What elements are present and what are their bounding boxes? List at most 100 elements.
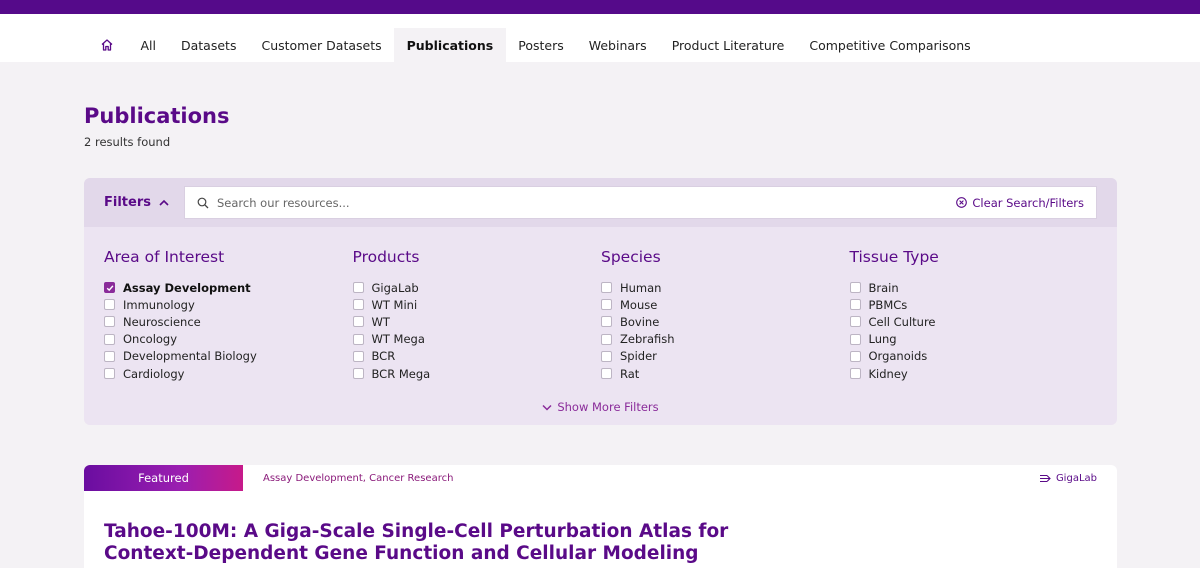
filter-option-label: WT Mega — [371, 332, 425, 347]
filter-option-kidney[interactable]: Kidney — [849, 365, 1099, 382]
filter-group-products: Products GigaLab WT Mini WT WT Mega BCR … — [352, 246, 602, 382]
results-count: 2 results found — [84, 135, 171, 149]
nav-tab-product-literature[interactable]: Product Literature — [659, 28, 797, 62]
filter-option-cell-culture[interactable]: Cell Culture — [849, 313, 1099, 330]
filter-option-label: Lung — [868, 332, 897, 347]
card-tags: Assay Development, Cancer Research — [263, 472, 454, 484]
nav-tab-all[interactable]: All — [128, 28, 169, 62]
filter-option-pbmcs[interactable]: PBMCs — [849, 296, 1099, 313]
filter-option-mouse[interactable]: Mouse — [601, 296, 850, 313]
checkbox[interactable] — [849, 333, 861, 345]
filter-option-neuroscience[interactable]: Neuroscience — [104, 313, 353, 330]
checkbox[interactable] — [601, 316, 612, 328]
main-content: Publications 2 results found Filters Cl — [0, 102, 1200, 568]
filter-option-bovine[interactable]: Bovine — [601, 313, 850, 330]
checkbox[interactable] — [849, 282, 861, 294]
filter-option-oncology[interactable]: Oncology — [104, 331, 353, 348]
filter-option-label: Cell Culture — [868, 314, 936, 329]
nav-tab-competitive-comparisons[interactable]: Competitive Comparisons — [797, 28, 983, 62]
filter-option-label: Assay Development — [123, 280, 251, 295]
checkbox[interactable] — [352, 282, 364, 294]
checkbox[interactable] — [352, 316, 364, 328]
nav-tab-posters[interactable]: Posters — [506, 28, 577, 62]
card-product-label: GigaLab — [1039, 473, 1097, 484]
filter-option-wt-mega[interactable]: WT Mega — [352, 331, 602, 348]
filter-option-label: Cardiology — [123, 366, 185, 381]
checkbox[interactable] — [104, 350, 115, 362]
filter-option-zebrafish[interactable]: Zebrafish — [601, 331, 850, 348]
checkbox[interactable] — [849, 299, 861, 311]
filter-option-bcr-mega[interactable]: BCR Mega — [352, 365, 602, 382]
chevron-up-icon — [159, 199, 169, 206]
filter-group-title: Area of Interest — [104, 248, 225, 266]
clear-circle-icon — [956, 197, 968, 208]
filter-option-label: Oncology — [123, 332, 178, 347]
filter-option-wt[interactable]: WT — [352, 313, 602, 330]
checkbox[interactable] — [104, 368, 115, 380]
filter-option-developmental-biology[interactable]: Developmental Biology — [104, 348, 353, 365]
checkbox[interactable] — [352, 333, 364, 345]
brand-top-bar — [0, 0, 1200, 14]
nav-tab-customer-datasets[interactable]: Customer Datasets — [249, 28, 394, 62]
publication-card[interactable]: Featured Assay Development, Cancer Resea… — [84, 465, 1117, 568]
filters-bar: Filters Clear Search/Filters — [84, 178, 1117, 227]
card-title[interactable]: Tahoe-100M: A Giga-Scale Single-Cell Per… — [84, 521, 804, 565]
checkbox[interactable] — [601, 299, 612, 311]
filter-option-label: WT Mini — [371, 297, 418, 312]
checkbox[interactable] — [104, 333, 115, 345]
filter-option-assay-development[interactable]: Assay Development — [104, 279, 353, 296]
filter-group-title: Products — [352, 248, 420, 266]
card-product-name: GigaLab — [1055, 473, 1097, 484]
home-link[interactable] — [94, 28, 120, 62]
checkbox[interactable] — [352, 368, 364, 380]
checkbox[interactable] — [601, 350, 612, 362]
filter-option-label: Human — [620, 280, 662, 295]
gigalab-icon — [1039, 474, 1051, 483]
checkbox[interactable] — [601, 333, 612, 345]
featured-badge: Featured — [84, 465, 243, 491]
filter-option-label: PBMCs — [868, 297, 908, 312]
filter-option-label: BCR Mega — [371, 366, 431, 381]
checkbox[interactable] — [104, 316, 115, 328]
filter-group-title: Tissue Type — [849, 248, 939, 266]
filter-groups: Area of Interest Assay Development Immun… — [84, 227, 1117, 382]
search-box: Clear Search/Filters — [184, 186, 1097, 219]
page-title: Publications — [84, 104, 230, 128]
filter-option-label: BCR — [371, 349, 396, 364]
filter-option-lung[interactable]: Lung — [849, 331, 1099, 348]
filter-option-gigalab[interactable]: GigaLab — [352, 279, 602, 296]
checkbox[interactable] — [849, 316, 861, 328]
clear-filters-button[interactable]: Clear Search/Filters — [956, 196, 1084, 210]
checkbox[interactable] — [849, 368, 861, 380]
checkbox[interactable] — [352, 350, 364, 362]
filter-option-label: Mouse — [620, 297, 658, 312]
filter-group-area-of-interest: Area of Interest Assay Development Immun… — [104, 246, 353, 382]
filters-toggle-button[interactable]: Filters — [104, 195, 184, 210]
filter-option-spider[interactable]: Spider — [601, 348, 850, 365]
show-more-filters-button[interactable]: Show More Filters — [84, 400, 1117, 414]
nav-tab-datasets[interactable]: Datasets — [169, 28, 249, 62]
home-icon — [101, 39, 113, 51]
filter-option-human[interactable]: Human — [601, 279, 850, 296]
checkbox[interactable] — [601, 282, 612, 294]
filter-option-wt-mini[interactable]: WT Mini — [352, 296, 602, 313]
checkbox[interactable] — [849, 350, 861, 362]
checkbox[interactable] — [104, 299, 115, 311]
filter-option-brain[interactable]: Brain — [849, 279, 1099, 296]
filter-option-label: Neuroscience — [123, 314, 201, 329]
filter-option-cardiology[interactable]: Cardiology — [104, 365, 353, 382]
checkbox-checked[interactable] — [104, 282, 115, 294]
filter-option-label: Kidney — [868, 366, 908, 381]
checkbox[interactable] — [601, 368, 612, 380]
filter-option-immunology[interactable]: Immunology — [104, 296, 353, 313]
checkbox[interactable] — [352, 299, 364, 311]
nav-tab-webinars[interactable]: Webinars — [576, 28, 659, 62]
nav-tab-publications[interactable]: Publications — [394, 28, 506, 62]
filter-option-bcr[interactable]: BCR — [352, 348, 602, 365]
filter-group-species: Species Human Mouse Bovine Zebrafish Spi… — [601, 246, 850, 382]
filters-toggle-label: Filters — [104, 195, 151, 210]
search-input[interactable] — [217, 195, 957, 210]
filter-option-label: GigaLab — [371, 280, 419, 295]
filter-option-organoids[interactable]: Organoids — [849, 348, 1099, 365]
filter-option-rat[interactable]: Rat — [601, 365, 850, 382]
